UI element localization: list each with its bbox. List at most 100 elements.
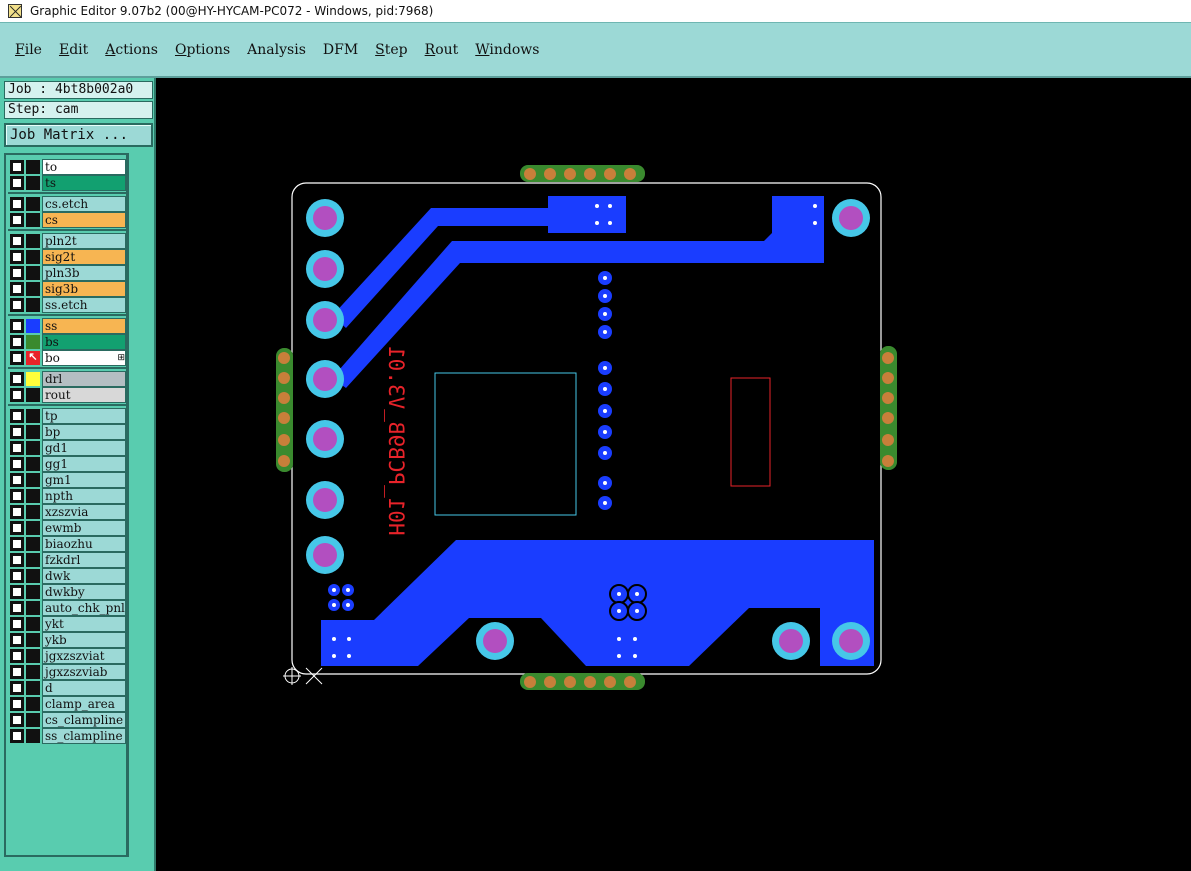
layer-name[interactable]: bp — [42, 424, 126, 440]
layer-checkbox[interactable] — [10, 633, 24, 647]
layer-row-auto_chk_pnl[interactable]: auto_chk_pnl — [8, 600, 126, 616]
layer-name[interactable]: dwkby — [42, 584, 126, 600]
layer-checkbox[interactable] — [10, 425, 24, 439]
layer-checkbox[interactable] — [10, 160, 24, 174]
layer-name[interactable]: to — [42, 159, 126, 175]
layer-checkbox[interactable] — [10, 729, 24, 743]
layer-name[interactable]: cs — [42, 212, 126, 228]
layer-row-pln3b[interactable]: pln3b — [8, 265, 126, 281]
layer-row-dwkby[interactable]: dwkby — [8, 584, 126, 600]
layer-checkbox[interactable] — [10, 553, 24, 567]
layer-checkbox[interactable] — [10, 388, 24, 402]
layer-row-d[interactable]: d — [8, 680, 126, 696]
layer-row-jgxzszviab[interactable]: jgxzszviab — [8, 664, 126, 680]
layer-row-cs_clampline[interactable]: cs_clampline — [8, 712, 126, 728]
layer-name[interactable]: pln3b — [42, 265, 126, 281]
layer-list-scrollbar[interactable] — [128, 153, 153, 857]
layer-row-clamp_area[interactable]: clamp_area — [8, 696, 126, 712]
layer-checkbox[interactable] — [10, 617, 24, 631]
layer-row-ss[interactable]: ss — [8, 318, 126, 334]
layer-name[interactable]: clamp_area — [42, 696, 126, 712]
layer-name[interactable]: tp — [42, 408, 126, 424]
layer-checkbox[interactable] — [10, 649, 24, 663]
layer-name[interactable]: gg1 — [42, 456, 126, 472]
layer-row-ss_clampline[interactable]: ss_clampline — [8, 728, 126, 744]
layer-row-ykt[interactable]: ykt — [8, 616, 126, 632]
layer-row-gd1[interactable]: gd1 — [8, 440, 126, 456]
layer-name[interactable]: auto_chk_pnl — [42, 600, 126, 616]
layer-row-bo[interactable]: ↖ bo ⊞ — [8, 350, 126, 366]
layer-name[interactable]: dwk — [42, 568, 126, 584]
layer-name[interactable]: drl — [42, 371, 126, 387]
layer-checkbox[interactable] — [10, 441, 24, 455]
layer-row-pln2t[interactable]: pln2t — [8, 233, 126, 249]
layer-checkbox[interactable] — [10, 537, 24, 551]
layer-name[interactable]: bs — [42, 334, 126, 350]
layer-name[interactable]: biaozhu — [42, 536, 126, 552]
layer-row-gm1[interactable]: gm1 — [8, 472, 126, 488]
layer-checkbox[interactable] — [10, 521, 24, 535]
layer-checkbox[interactable] — [10, 585, 24, 599]
layer-row-tp[interactable]: tp — [8, 408, 126, 424]
layer-row-xzszvia[interactable]: xzszvia — [8, 504, 126, 520]
layer-checkbox[interactable] — [10, 176, 24, 190]
job-matrix-button[interactable]: Job Matrix ... — [4, 123, 153, 147]
layer-checkbox[interactable] — [10, 234, 24, 248]
layer-name[interactable]: xzszvia — [42, 504, 126, 520]
layer-name[interactable]: ss — [42, 318, 126, 334]
layer-checkbox[interactable] — [10, 713, 24, 727]
layer-name[interactable]: bo — [42, 350, 126, 366]
layer-row-ts[interactable]: ts — [8, 175, 126, 191]
layer-name[interactable]: d — [42, 680, 126, 696]
layer-name[interactable]: ss.etch — [42, 297, 126, 313]
layer-checkbox[interactable] — [10, 298, 24, 312]
layer-name[interactable]: jgxzszviat — [42, 648, 126, 664]
layer-checkbox[interactable] — [10, 266, 24, 280]
menu-dfm[interactable]: DFM — [323, 42, 358, 58]
layer-row-ss.etch[interactable]: ss.etch — [8, 297, 126, 313]
layer-name[interactable]: ewmb — [42, 520, 126, 536]
layer-checkbox[interactable] — [10, 409, 24, 423]
pcb-board-view[interactable]: H01_PCB9B_V3.01 — [156, 78, 1191, 871]
menu-edit[interactable]: Edit — [59, 42, 88, 58]
menu-actions[interactable]: Actions — [105, 42, 158, 58]
layer-row-cs[interactable]: cs — [8, 212, 126, 228]
layer-row-gg1[interactable]: gg1 — [8, 456, 126, 472]
layer-row-fzkdrl[interactable]: fzkdrl — [8, 552, 126, 568]
layer-name[interactable]: gd1 — [42, 440, 126, 456]
layer-checkbox[interactable] — [10, 569, 24, 583]
menu-options[interactable]: Options — [175, 42, 230, 58]
layer-row-ykb[interactable]: ykb — [8, 632, 126, 648]
layer-row-drl[interactable]: drl — [8, 371, 126, 387]
layer-row-jgxzszviat[interactable]: jgxzszviat — [8, 648, 126, 664]
layer-checkbox[interactable] — [10, 319, 24, 333]
layer-checkbox[interactable] — [10, 681, 24, 695]
layer-name[interactable]: ss_clampline — [42, 728, 126, 744]
layer-name[interactable]: sig3b — [42, 281, 126, 297]
layer-name[interactable]: ts — [42, 175, 126, 191]
layer-row-to[interactable]: to — [8, 159, 126, 175]
layer-name[interactable]: ykb — [42, 632, 126, 648]
layer-row-rout[interactable]: rout — [8, 387, 126, 403]
layer-row-cs.etch[interactable]: cs.etch — [8, 196, 126, 212]
menu-step[interactable]: Step — [375, 42, 407, 58]
layer-checkbox[interactable] — [10, 250, 24, 264]
layer-row-sig3b[interactable]: sig3b — [8, 281, 126, 297]
layer-row-npth[interactable]: npth — [8, 488, 126, 504]
layer-name[interactable]: rout — [42, 387, 126, 403]
layer-row-sig2t[interactable]: sig2t — [8, 249, 126, 265]
graphic-canvas[interactable]: H01_PCB9B_V3.01 — [156, 78, 1191, 871]
layer-checkbox[interactable] — [10, 351, 24, 365]
layer-row-biaozhu[interactable]: biaozhu — [8, 536, 126, 552]
layer-row-ewmb[interactable]: ewmb — [8, 520, 126, 536]
layer-checkbox[interactable] — [10, 601, 24, 615]
layer-checkbox[interactable] — [10, 197, 24, 211]
menu-file[interactable]: File — [15, 42, 42, 58]
layer-name[interactable]: cs.etch — [42, 196, 126, 212]
layer-checkbox[interactable] — [10, 282, 24, 296]
layer-checkbox[interactable] — [10, 335, 24, 349]
layer-checkbox[interactable] — [10, 665, 24, 679]
layer-checkbox[interactable] — [10, 213, 24, 227]
layer-checkbox[interactable] — [10, 457, 24, 471]
menu-windows[interactable]: Windows — [475, 42, 539, 58]
